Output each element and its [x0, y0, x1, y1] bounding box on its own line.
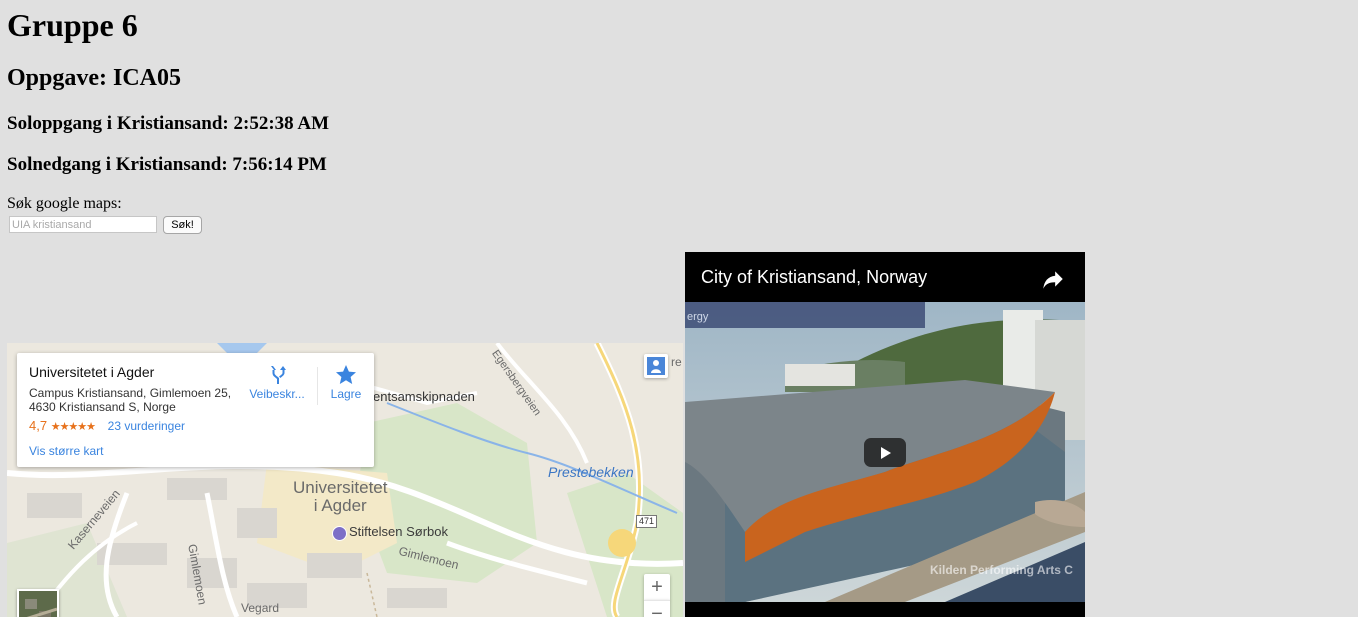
card-divider — [317, 367, 318, 405]
save-label: Lagre — [330, 387, 362, 401]
poi-icon[interactable] — [332, 526, 347, 541]
youtube-video-embed[interactable]: City of Kristiansand, Norway ergy Kilden… — [685, 252, 1085, 617]
zoom-out-button[interactable]: − — [644, 600, 670, 617]
map-label-edge-fragment: re — [671, 355, 682, 369]
star-icon — [323, 363, 369, 387]
rating-row: 4,7 ★★★★★ 23 vurderinger — [29, 418, 185, 433]
larger-map-link[interactable]: Vis større kart — [29, 444, 103, 458]
search-input[interactable] — [9, 216, 157, 233]
star-rating-icon: ★★★★★ — [50, 421, 96, 433]
place-address: Campus Kristiansand, Gimlemoen 25, 4630 … — [29, 386, 232, 414]
video-watermark-bottom: Kilden Performing Arts C — [930, 563, 1073, 577]
map-label-organization[interactable]: Stiftelsen Sørbok — [349, 524, 448, 539]
directions-label: Veibeskr... — [249, 387, 305, 401]
page-title: Gruppe 6 — [7, 7, 138, 43]
road-number-badge: 471 — [636, 515, 658, 528]
google-map-embed[interactable]: Universitetet i Agder Prestebekken Stift… — [7, 343, 683, 617]
video-watermark-top: ergy — [687, 311, 709, 323]
map-label-studentsamskipnaden: entsamskipnaden — [373, 389, 475, 404]
directions-button[interactable]: Veibeskr... — [245, 363, 309, 401]
street-view-pegman-icon[interactable] — [644, 354, 668, 378]
sunrise-heading: Soloppgang i Kristiansand: 2:52:38 AM — [7, 113, 329, 134]
directions-icon — [245, 363, 309, 387]
search-button[interactable]: Søk! — [163, 216, 202, 234]
share-icon[interactable] — [1040, 266, 1066, 292]
save-place-button[interactable]: Lagre — [323, 363, 369, 401]
play-icon — [881, 446, 891, 459]
assignment-heading: Oppgave: ICA05 — [7, 65, 182, 91]
search-label: Søk google maps: — [7, 195, 122, 212]
video-title[interactable]: City of Kristiansand, Norway — [701, 266, 927, 288]
reviews-link[interactable]: 23 vurderinger — [108, 419, 185, 433]
play-button[interactable] — [864, 438, 906, 467]
rating-value: 4,7 — [29, 418, 48, 433]
map-label-university: Universitetet i Agder — [293, 478, 388, 515]
place-info-card: Universitetet i Agder Campus Kristiansan… — [17, 353, 374, 467]
place-name: Universitetet i Agder — [29, 364, 155, 380]
satellite-toggle[interactable] — [17, 589, 59, 617]
map-label-stream: Prestebekken — [548, 464, 634, 480]
map-label-vegard: Vegard — [241, 601, 280, 615]
zoom-in-button[interactable]: + — [644, 574, 670, 600]
sunset-heading: Solnedgang i Kristiansand: 7:56:14 PM — [7, 154, 327, 175]
